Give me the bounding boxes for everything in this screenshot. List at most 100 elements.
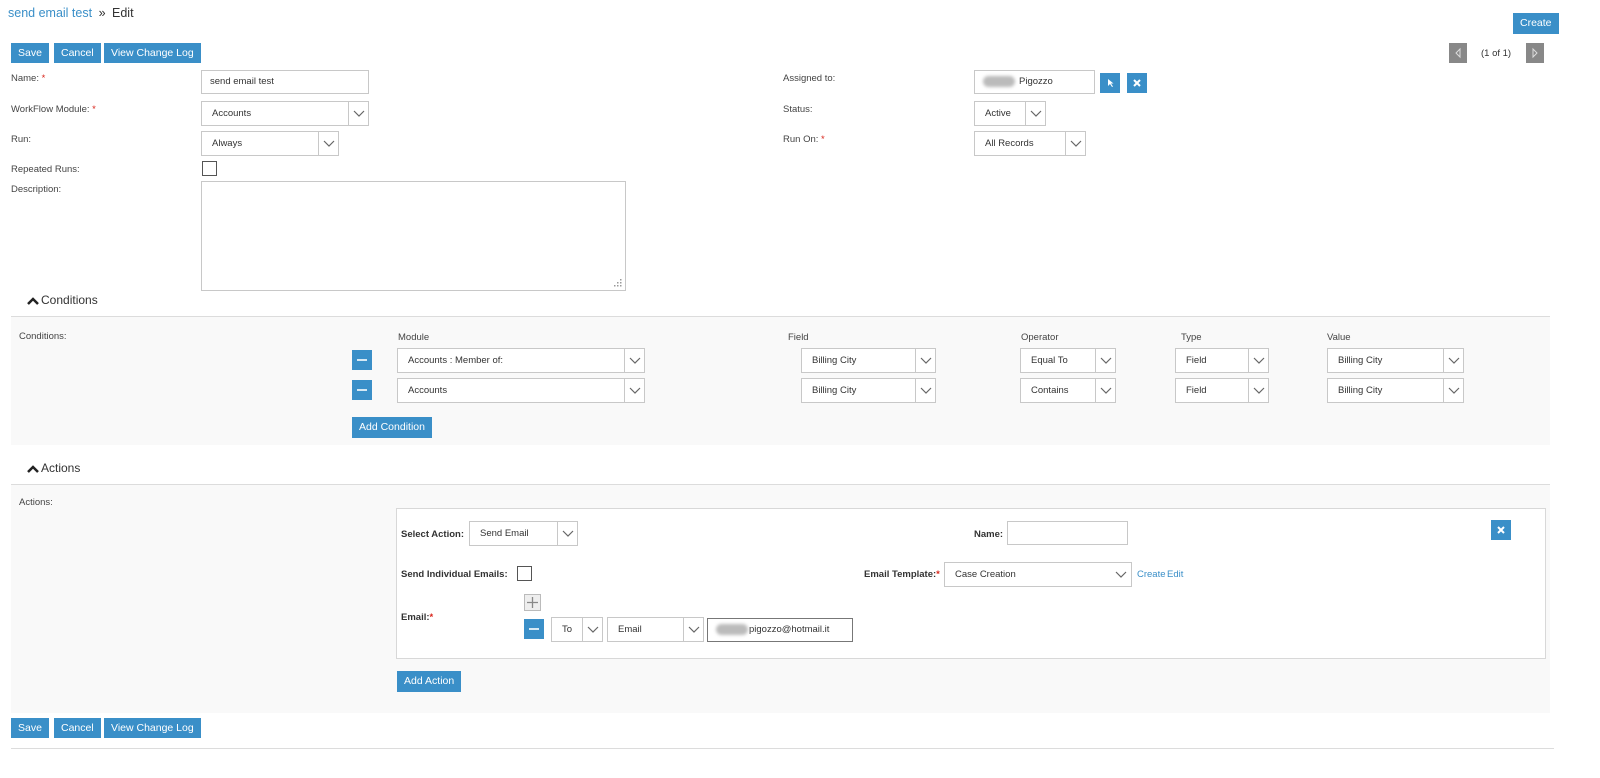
actions-label: Actions: <box>19 497 53 508</box>
cancel-button-top[interactable]: Cancel <box>54 43 101 63</box>
view-change-log-button-top[interactable]: View Change Log <box>104 43 201 63</box>
select-action-select[interactable]: Send Email <box>469 521 578 546</box>
email-address-input[interactable]: pigozzo@hotmail.it <box>707 618 853 642</box>
chevron-down-icon <box>915 349 935 372</box>
condition-type-select[interactable]: Field <box>1175 348 1269 373</box>
footer-divider <box>11 748 1554 749</box>
status-select[interactable]: Active <box>974 101 1046 126</box>
next-page-icon[interactable] <box>1526 43 1544 63</box>
chevron-down-icon <box>318 132 338 155</box>
condition-module-select[interactable]: Accounts <box>397 378 645 403</box>
chevron-down-icon <box>624 379 644 402</box>
condition-value-select[interactable]: Billing City <box>1327 348 1464 373</box>
actions-section-toggle[interactable]: Actions <box>27 461 80 475</box>
save-button-top[interactable]: Save <box>11 43 49 63</box>
condition-operator-select[interactable]: Equal To <box>1020 348 1116 373</box>
avatar <box>983 75 1015 87</box>
select-user-button[interactable] <box>1100 73 1120 93</box>
assigned-to-input[interactable]: Pigozzo <box>974 70 1095 94</box>
conditions-label: Conditions: <box>19 331 67 342</box>
assigned-to-label: Assigned to: <box>783 73 836 84</box>
condition-value-select[interactable]: Billing City <box>1327 378 1464 403</box>
breadcrumb-separator: » <box>98 6 106 20</box>
plus-icon <box>527 597 538 608</box>
chevron-down-icon <box>1111 563 1131 586</box>
chevron-down-icon <box>1248 349 1268 372</box>
email-recipient-type-select[interactable]: To <box>551 617 603 642</box>
condition-operator-select[interactable]: Contains <box>1020 378 1116 403</box>
repeated-runs-label: Repeated Runs: <box>11 164 80 175</box>
add-condition-button[interactable]: Add Condition <box>352 417 432 438</box>
close-icon <box>1497 526 1505 534</box>
chevron-up-icon <box>27 297 39 305</box>
chevron-down-icon <box>624 349 644 372</box>
col-head-field: Field <box>788 332 809 343</box>
col-head-module: Module <box>398 332 430 343</box>
conditions-panel <box>11 317 1550 445</box>
condition-type-select[interactable]: Field <box>1175 378 1269 403</box>
email-template-label: Email Template:* <box>864 569 940 580</box>
chevron-down-icon <box>582 618 602 641</box>
pagination-text: (1 of 1) <box>1481 48 1512 59</box>
remove-condition-button[interactable] <box>352 380 372 400</box>
select-action-label: Select Action: <box>401 529 464 540</box>
name-label: Name: * <box>11 73 46 84</box>
create-template-link[interactable]: Create <box>1137 569 1166 580</box>
repeated-runs-checkbox[interactable] <box>202 161 217 176</box>
chevron-down-icon <box>1065 132 1085 155</box>
chevron-down-icon <box>915 379 935 402</box>
chevron-up-icon <box>27 465 39 473</box>
workflow-module-label: WorkFlow Module: * <box>11 104 96 115</box>
condition-field-select[interactable]: Billing City <box>801 348 936 373</box>
view-change-log-button-bottom[interactable]: View Change Log <box>104 718 201 738</box>
chevron-down-icon <box>348 102 368 125</box>
resize-grip-icon[interactable] <box>613 278 623 291</box>
action-name-input[interactable] <box>1007 521 1128 545</box>
chevron-down-icon <box>1443 379 1463 402</box>
col-head-type: Type <box>1181 332 1202 343</box>
email-template-select[interactable]: Case Creation <box>944 562 1132 587</box>
condition-module-select[interactable]: Accounts : Member of: <box>397 348 645 373</box>
create-button[interactable]: Create <box>1513 13 1559 34</box>
workflow-module-select[interactable]: Accounts <box>201 101 369 126</box>
breadcrumb-page: Edit <box>112 6 134 20</box>
col-head-operator: Operator <box>1021 332 1059 343</box>
run-select[interactable]: Always <box>201 131 339 156</box>
remove-action-button[interactable] <box>1491 520 1511 540</box>
add-email-button[interactable] <box>524 594 541 611</box>
save-button-bottom[interactable]: Save <box>11 718 49 738</box>
chevron-down-icon <box>1443 349 1463 372</box>
description-label: Description: <box>11 184 62 195</box>
action-name-label: Name: <box>974 529 1004 540</box>
add-action-button[interactable]: Add Action <box>397 671 462 692</box>
send-individual-emails-checkbox[interactable] <box>517 566 532 581</box>
send-individual-emails-label: Send Individual Emails: <box>401 569 508 580</box>
cursor-select-icon <box>1108 79 1114 87</box>
conditions-section-toggle[interactable]: Conditions <box>27 293 98 307</box>
email-source-select[interactable]: Email <box>607 617 704 642</box>
col-head-value: Value <box>1327 332 1351 343</box>
chevron-down-icon <box>1248 379 1268 402</box>
breadcrumb-record-link[interactable]: send email test <box>8 6 92 20</box>
chevron-down-icon <box>557 522 577 545</box>
remove-condition-button[interactable] <box>352 350 372 370</box>
remove-email-button[interactable] <box>524 619 544 639</box>
clear-user-button[interactable] <box>1127 73 1147 93</box>
close-icon <box>1133 79 1141 87</box>
run-on-label: Run On: * <box>783 134 825 145</box>
run-on-select[interactable]: All Records <box>974 131 1086 156</box>
chevron-down-icon <box>1095 349 1115 372</box>
prev-page-icon[interactable] <box>1449 43 1467 63</box>
breadcrumb: send email test » Edit <box>8 6 134 20</box>
chevron-down-icon <box>1095 379 1115 402</box>
cancel-button-bottom[interactable]: Cancel <box>54 718 101 738</box>
email-label: Email:* <box>401 612 434 623</box>
run-label: Run: <box>11 134 32 145</box>
chevron-down-icon <box>1025 102 1045 125</box>
edit-template-link[interactable]: Edit <box>1167 569 1183 580</box>
status-label: Status: <box>783 104 813 115</box>
chevron-down-icon <box>683 618 703 641</box>
description-textarea[interactable] <box>201 181 626 291</box>
condition-field-select[interactable]: Billing City <box>801 378 936 403</box>
name-input[interactable]: send email test <box>201 70 369 94</box>
